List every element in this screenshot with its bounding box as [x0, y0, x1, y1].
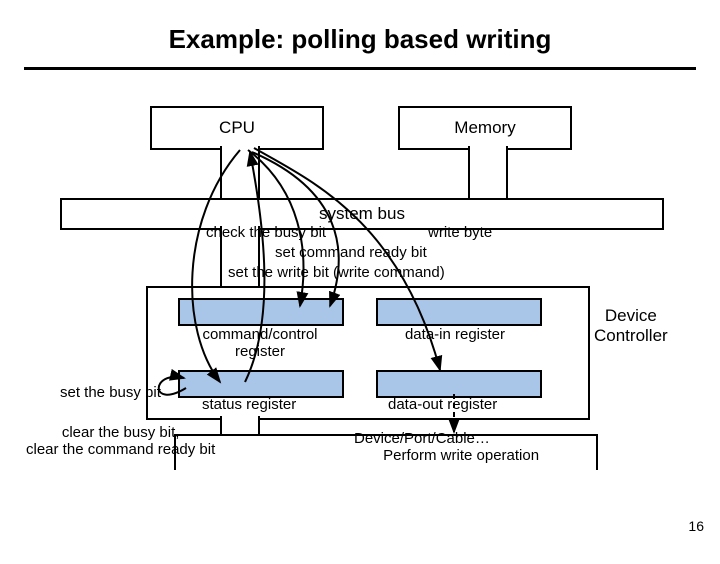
memory-label: Memory — [454, 118, 515, 138]
check-busy-label: check the busy bit — [206, 224, 326, 241]
memory-connector — [468, 146, 508, 198]
set-busy-label: set the busy bit — [60, 384, 161, 401]
page-number: 16 — [688, 518, 704, 534]
write-byte-label: write byte — [428, 224, 492, 241]
set-write-bit-label: set the write bit (write command) — [228, 264, 445, 281]
status-register-label: status register — [202, 396, 296, 413]
system-bus-box: system bus — [60, 198, 664, 230]
device-controller-label: Device Controller — [594, 306, 668, 346]
data-in-register-box — [376, 298, 542, 326]
page-title: Example: polling based writing — [0, 24, 720, 55]
device-out-connector — [220, 416, 260, 434]
clear-busy-label: clear the busy bit, clear the command re… — [26, 424, 215, 458]
set-cmd-ready-label: set command ready bit — [275, 244, 427, 261]
cpu-box: CPU — [150, 106, 324, 150]
cpu-connector — [220, 146, 260, 198]
perform-write-label: Device/Port/Cable… Perform write operati… — [354, 430, 539, 464]
data-in-register-label: data-in register — [380, 326, 530, 343]
cpu-label: CPU — [219, 118, 255, 138]
cmd-ctrl-register-label: command/control register — [185, 326, 335, 360]
data-out-register-label: data-out register — [388, 396, 497, 413]
system-bus-label: system bus — [319, 204, 405, 224]
status-register-box — [178, 370, 344, 398]
data-out-register-box — [376, 370, 542, 398]
memory-box: Memory — [398, 106, 572, 150]
diagram-canvas: CPU Memory system bus Device Controller … — [0, 70, 720, 510]
cmd-ctrl-register-box — [178, 298, 344, 326]
